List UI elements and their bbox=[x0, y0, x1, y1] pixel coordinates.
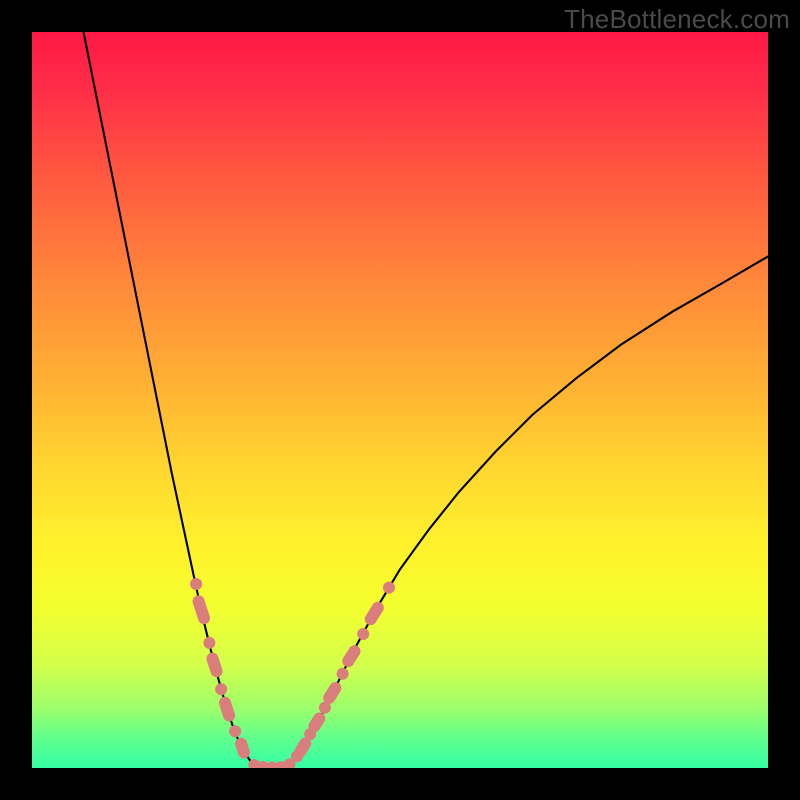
plot-svg bbox=[32, 32, 768, 768]
beads-group bbox=[190, 578, 395, 768]
plot-area bbox=[32, 32, 768, 768]
bead-dot bbox=[357, 628, 369, 640]
bead-dot bbox=[215, 683, 227, 695]
curve-group bbox=[84, 32, 768, 768]
bottleneck-curve bbox=[84, 32, 768, 768]
chart-frame: TheBottleneck.com bbox=[0, 0, 800, 800]
bead-dot bbox=[383, 582, 395, 594]
bead-capsule bbox=[362, 599, 386, 627]
watermark-label: TheBottleneck.com bbox=[564, 4, 790, 35]
bead-dot bbox=[190, 578, 202, 590]
bead-dot bbox=[337, 668, 349, 680]
bead-capsule bbox=[234, 736, 252, 760]
bead-capsule bbox=[191, 594, 212, 626]
bead-dot bbox=[229, 725, 241, 737]
bead-capsule bbox=[340, 643, 363, 669]
bead-capsule bbox=[217, 695, 236, 723]
bead-dot bbox=[203, 637, 215, 649]
bead-capsule bbox=[205, 651, 224, 679]
